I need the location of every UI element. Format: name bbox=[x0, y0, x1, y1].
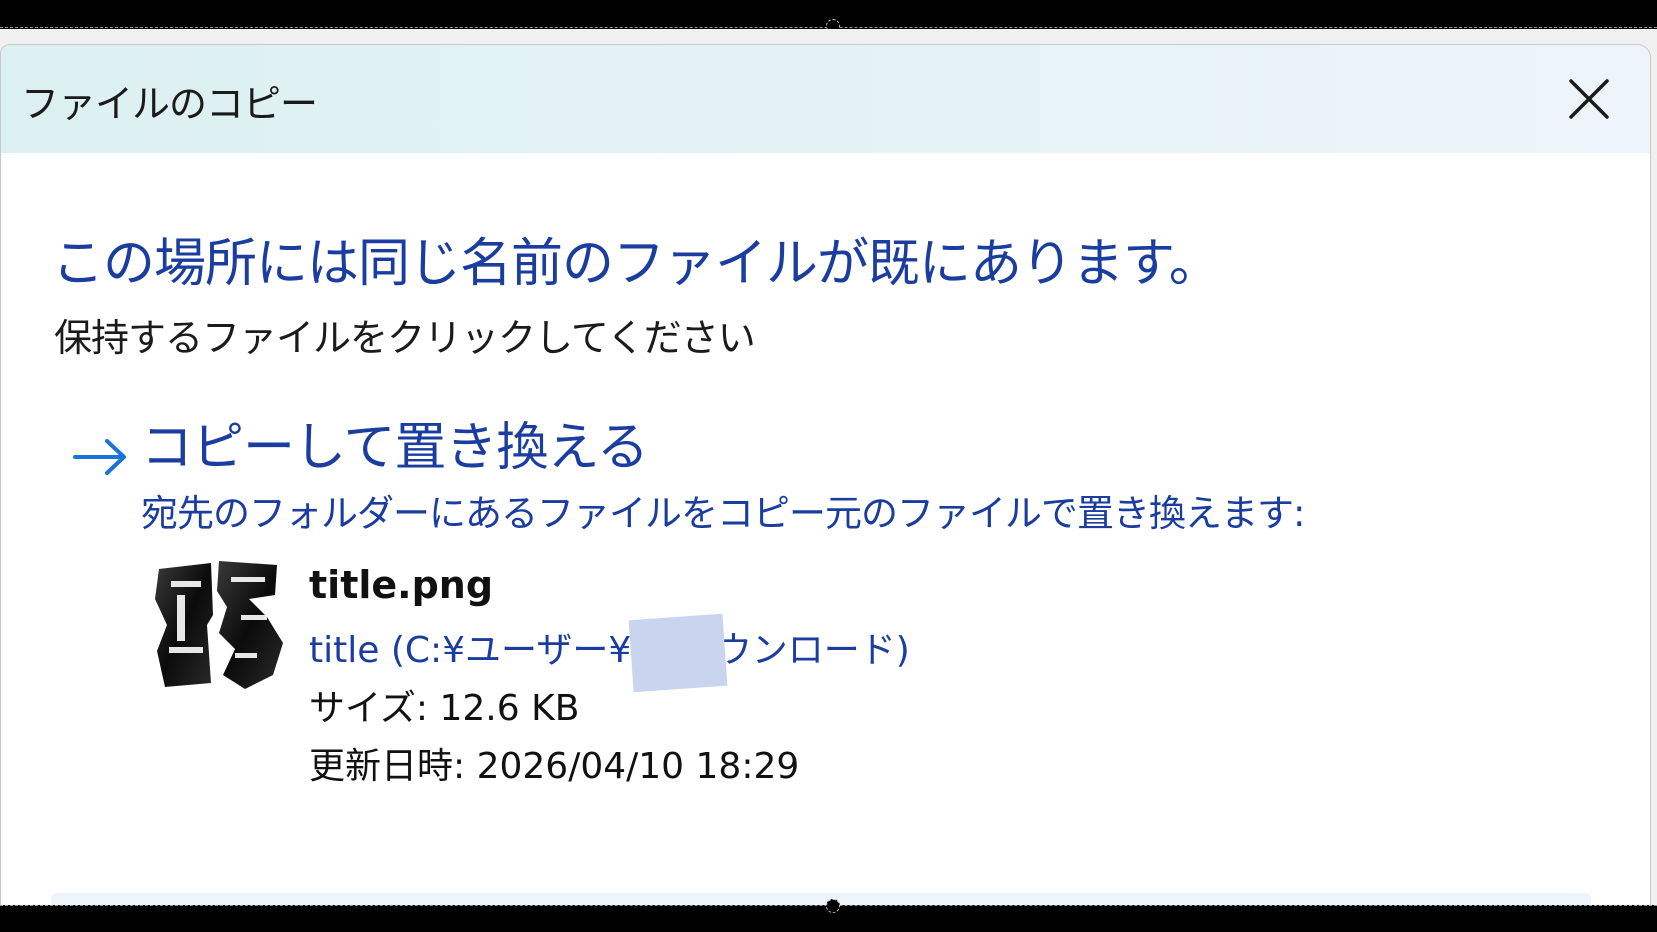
file-size: サイズ: 12.6 KB bbox=[309, 688, 580, 729]
file-copy-dialog: ファイルのコピー この場所には同じ名前のファイルが既にあります。 保持するファイ… bbox=[0, 44, 1651, 924]
file-modified-date: 更新日時: 2026/04/10 18:29 bbox=[309, 746, 800, 787]
title-bar: ファイルのコピー bbox=[1, 45, 1650, 153]
copy-and-replace-option[interactable]: コピーして置き換える 宛先のフォルダーにあるファイルをコピー元のファイルで置き換… bbox=[71, 405, 1571, 815]
close-button[interactable] bbox=[1557, 67, 1621, 131]
close-icon bbox=[1569, 79, 1609, 119]
dialog-title: ファイルのコピー bbox=[21, 82, 318, 126]
file-path-link[interactable]: title (C:¥ユーザー¥ t¥ダウンロード) bbox=[309, 621, 910, 673]
resize-handle-bottom[interactable] bbox=[826, 899, 840, 913]
file-name: title.png bbox=[309, 563, 494, 607]
arrow-right-icon bbox=[73, 439, 126, 475]
instruction-text: 保持するファイルをクリックしてください bbox=[54, 316, 756, 360]
redaction-box bbox=[628, 613, 728, 693]
option-title: コピーして置き換える bbox=[141, 418, 649, 478]
image-thumbnail-icon bbox=[155, 561, 283, 689]
option-description: 宛先のフォルダーにあるファイルをコピー元のファイルで置き換えます: bbox=[141, 492, 1305, 535]
main-heading: この場所には同じ名前のファイルが既にあります。 bbox=[52, 234, 1221, 294]
